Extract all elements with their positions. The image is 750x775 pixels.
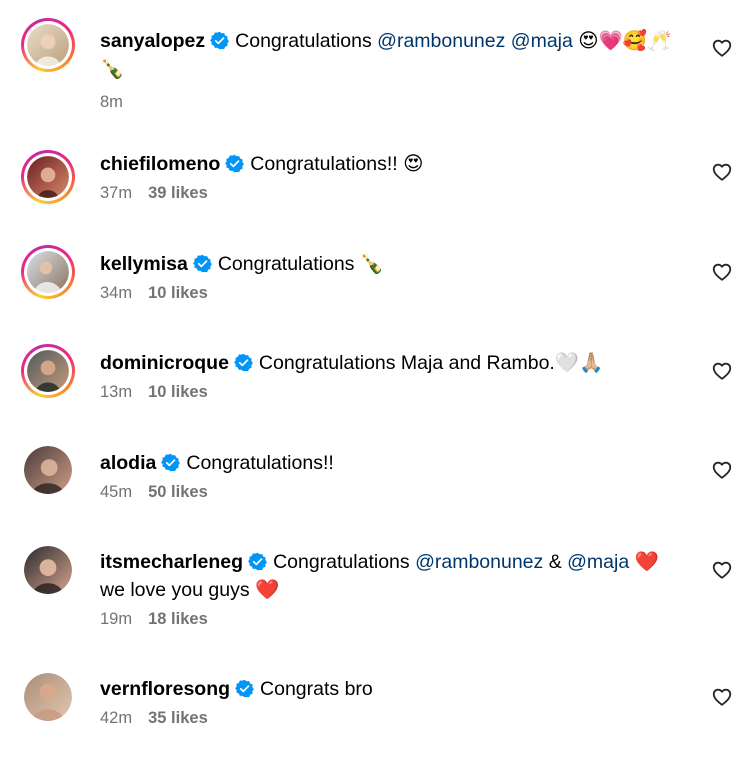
comment-text: Congratulations Maja and Rambo.🤍🙏🏼	[258, 352, 604, 374]
avatar-image	[27, 156, 69, 198]
username-link[interactable]: itsmecharleneg	[100, 551, 243, 573]
avatar-image	[24, 446, 72, 494]
avatar[interactable]	[21, 543, 75, 597]
username-link[interactable]: kellymisa	[100, 253, 188, 275]
like-count[interactable]: 10 likes	[148, 383, 208, 401]
comment-meta: 19m 18 likes	[100, 610, 680, 629]
comment-time[interactable]: 37m	[100, 184, 132, 202]
comment-meta: 8m	[100, 93, 680, 112]
username-link[interactable]: alodia	[100, 452, 156, 474]
like-count[interactable]: 18 likes	[148, 610, 208, 628]
like-heart-icon[interactable]	[711, 161, 733, 183]
avatar-image	[24, 546, 72, 594]
like-count[interactable]: 50 likes	[148, 483, 208, 501]
comment-text: Congratulations!!	[186, 452, 334, 474]
avatar[interactable]	[21, 443, 75, 497]
comment-meta: 13m 10 likes	[100, 383, 680, 402]
comment-meta: 45m 50 likes	[100, 483, 680, 502]
comment-time[interactable]: 45m	[100, 483, 132, 501]
like-heart-icon[interactable]	[711, 686, 733, 708]
avatar[interactable]	[21, 245, 75, 299]
like-heart-icon[interactable]	[711, 559, 733, 581]
verified-badge-icon	[248, 552, 267, 571]
comment-text: Congratulations 🍾	[217, 253, 385, 275]
like-count[interactable]: 10 likes	[148, 284, 208, 302]
username-link[interactable]: dominicroque	[100, 352, 229, 374]
comment-text: Congrats bro	[260, 678, 373, 700]
like-heart-icon[interactable]	[711, 360, 733, 382]
avatar[interactable]	[21, 18, 75, 72]
like-heart-icon[interactable]	[711, 261, 733, 283]
comment-text: Congratulations!! 😍	[250, 153, 424, 175]
like-heart-icon[interactable]	[711, 459, 733, 481]
like-count[interactable]: 39 likes	[148, 184, 208, 202]
comment-meta: 34m 10 likes	[100, 284, 680, 303]
like-count[interactable]: 35 likes	[148, 709, 208, 727]
avatar-image	[27, 24, 69, 66]
verified-badge-icon	[225, 154, 245, 173]
avatar[interactable]	[21, 670, 75, 724]
mention-link[interactable]: @maja	[511, 30, 573, 52]
avatar[interactable]	[21, 344, 75, 398]
comment-time[interactable]: 42m	[100, 709, 132, 727]
verified-badge-icon	[235, 679, 254, 698]
username-link[interactable]: sanyalopez	[100, 30, 205, 52]
verified-badge-icon	[192, 254, 212, 273]
verified-badge-icon	[210, 31, 230, 50]
mention-link[interactable]: @rambonunez	[415, 551, 543, 573]
comment-time[interactable]: 19m	[100, 610, 132, 628]
avatar-image	[24, 673, 72, 721]
comment-time[interactable]: 34m	[100, 284, 132, 302]
verified-badge-icon	[234, 353, 253, 372]
verified-badge-icon	[161, 453, 181, 472]
avatar-image	[27, 251, 69, 293]
like-heart-icon[interactable]	[711, 37, 733, 59]
username-link[interactable]: chiefilomeno	[100, 153, 220, 175]
avatar[interactable]	[21, 150, 75, 204]
mention-link[interactable]: @maja	[567, 551, 629, 573]
comment-meta: 37m 39 likes	[100, 184, 680, 203]
comment-time[interactable]: 8m	[100, 93, 123, 111]
comment-meta: 42m 35 likes	[100, 709, 680, 728]
username-link[interactable]: vernfloresong	[100, 678, 230, 700]
mention-link[interactable]: @rambonunez	[377, 30, 505, 52]
avatar-image	[27, 350, 69, 392]
comment-time[interactable]: 13m	[100, 383, 132, 401]
comments-list: sanyalopez Congratulations @rambonunez @m…	[0, 0, 750, 775]
